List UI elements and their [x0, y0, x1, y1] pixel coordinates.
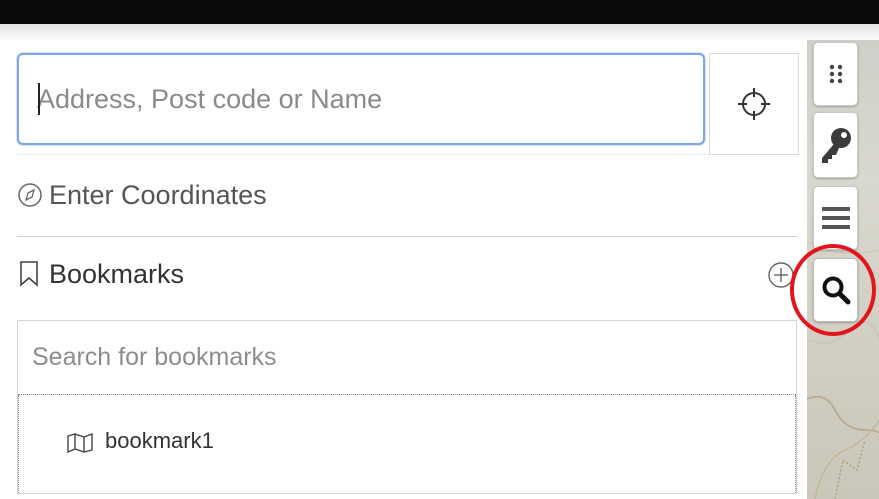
- magnifier-icon: [822, 276, 850, 305]
- grid-tool-button[interactable]: [813, 42, 858, 106]
- search-tool-button[interactable]: [813, 258, 858, 322]
- bookmark-search-input[interactable]: [18, 321, 796, 395]
- text-caret: [38, 83, 40, 115]
- map-icon: [67, 433, 93, 453]
- compass-icon: [18, 183, 42, 207]
- key-tool-button[interactable]: [813, 112, 858, 178]
- address-search-row: [17, 53, 805, 155]
- search-panel: Enter Coordinates Bookmarks bookmark1: [7, 40, 807, 499]
- grid-dots-icon: [829, 64, 842, 84]
- bookmark-item-label: bookmark1: [105, 428, 214, 453]
- top-shadow: [0, 24, 879, 40]
- locate-button[interactable]: [709, 53, 799, 155]
- address-search-input[interactable]: [17, 53, 705, 145]
- section-divider: [17, 236, 797, 237]
- crosshair-icon: [738, 88, 770, 120]
- plus-circle-icon[interactable]: [767, 261, 795, 289]
- bookmarks-header: Bookmarks: [17, 256, 799, 292]
- key-icon: [821, 128, 851, 163]
- bookmarks-list-box: bookmark1: [17, 320, 797, 494]
- bookmark-icon: [20, 261, 38, 287]
- hamburger-menu-icon: [821, 207, 850, 229]
- bookmarks-title: Bookmarks: [49, 259, 185, 289]
- search-divider: [17, 154, 709, 155]
- enter-coordinates-link[interactable]: Enter Coordinates: [17, 178, 267, 212]
- menu-tool-button[interactable]: [813, 186, 858, 250]
- bookmark-list-item[interactable]: bookmark1: [18, 395, 796, 493]
- top-bar: [0, 0, 879, 24]
- enter-coordinates-label: Enter Coordinates: [49, 179, 267, 210]
